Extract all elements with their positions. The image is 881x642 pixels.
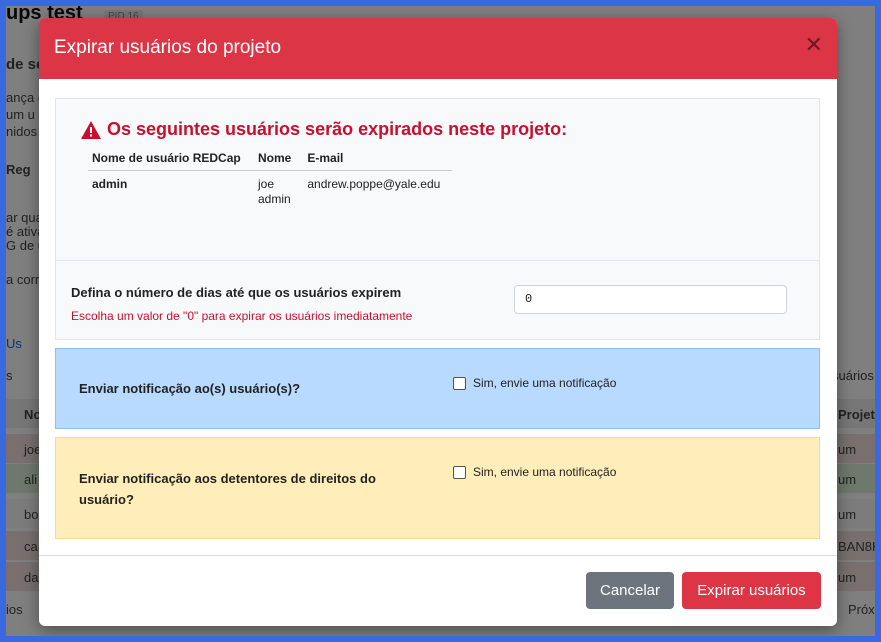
column-header-email: E-mail [303,151,453,171]
notify-rights-checkbox[interactable] [453,465,466,479]
notify-users-checkbox-row[interactable]: Sim, envie uma notificação [453,376,616,390]
table-header-row: Nome de usuário REDCap Nome E-mail [88,151,453,171]
cell-name-line: joe [258,177,275,191]
expiry-days-section: Defina o número de dias até que os usuár… [55,260,820,340]
users-table: Nome de usuário REDCap Nome E-mail admin… [88,151,453,212]
notify-rights-label: Enviar notificação aos detentores de dir… [79,468,376,510]
days-input[interactable]: 0 [514,285,787,314]
notify-users-checkbox-label[interactable]: Sim, envie uma notificação [473,376,616,390]
warning-heading: Os seguintes usuários serão expirados ne… [81,119,567,140]
notify-rights-label-line: usuário? [79,492,134,507]
days-hint: Escolha um valor de "0" para expirar os … [71,309,413,323]
users-to-expire-section: Os seguintes usuários serão expirados ne… [55,98,820,260]
modal-footer-divider [39,555,837,556]
table-row: admin joe admin andrew.poppe@yale.edu [88,171,452,212]
column-header-name: Nome [254,151,304,171]
cell-email: andrew.poppe@yale.edu [307,177,441,191]
warning-triangle-icon [81,120,101,139]
warning-text: Os seguintes usuários serão expirados ne… [107,119,568,139]
notify-rights-checkbox-label[interactable]: Sim, envie uma notificação [473,465,616,479]
column-header-username: Nome de usuário REDCap [88,151,254,171]
browser-viewport: ups test PID 16 de se ança ( um u nidos … [6,6,875,636]
column-header-label: Nome de usuário REDCap [92,151,241,165]
expire-users-modal: Expirar usuários do projeto ✕ Os seguint… [39,18,837,626]
cell-name-line: admin [258,192,291,206]
notify-users-label: Enviar notificação ao(s) usuário(s)? [79,381,301,396]
notify-rights-checkbox-row[interactable]: Sim, envie uma notificação [453,465,616,479]
cell-name: joe admin [254,171,303,212]
notify-users-checkbox[interactable] [453,376,466,390]
notify-rights-label-line: Enviar notificação aos detentores de dir… [79,471,376,486]
close-icon[interactable]: ✕ [805,34,823,56]
notify-rights-holders-section: Enviar notificação aos detentores de dir… [55,437,820,539]
days-label: Defina o número de dias até que os usuár… [71,285,402,300]
notify-users-section: Enviar notificação ao(s) usuário(s)? Sim… [55,348,820,429]
expire-users-button[interactable]: Expirar usuários [682,572,821,609]
cell-username: admin [92,177,128,191]
modal-title: Expirar usuários do projeto [54,37,282,58]
cancel-button[interactable]: Cancelar [586,572,674,609]
modal-header: Expirar usuários do projeto ✕ [39,18,837,79]
